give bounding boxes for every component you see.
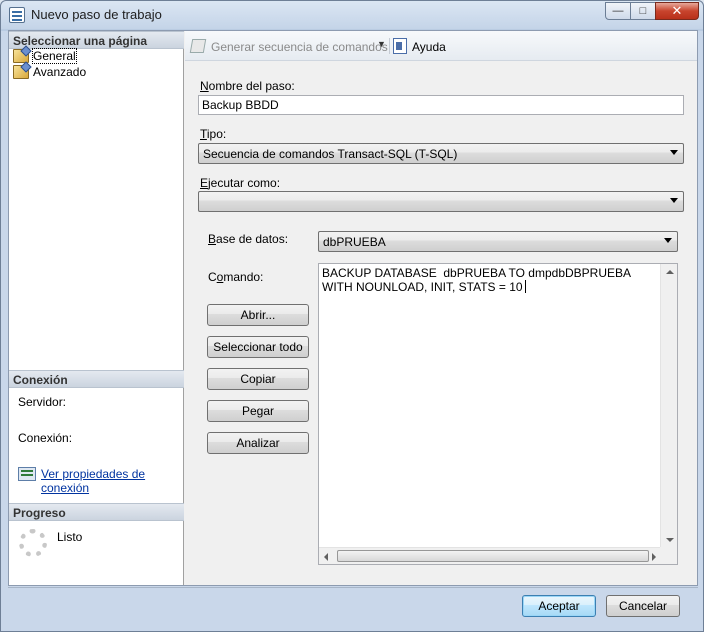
- horizontal-scrollbar[interactable]: [319, 547, 661, 564]
- page-item-label: Avanzado: [33, 65, 87, 79]
- vertical-scrollbar[interactable]: [660, 264, 677, 548]
- step-name-label-rest: ombre del paso:: [208, 79, 295, 93]
- scroll-left-icon[interactable]: [324, 553, 328, 561]
- database-select[interactable]: dbPRUEBA: [318, 231, 678, 252]
- command-text: BACKUP DATABASE dbPRUEBA TO dmpdbDBPRUEB…: [322, 266, 631, 294]
- type-label: Tipo:: [200, 127, 227, 141]
- open-button[interactable]: Abrir...: [207, 304, 309, 326]
- page-icon: [13, 65, 29, 79]
- run-as-label-rest: jecutar como:: [208, 176, 281, 190]
- database-select-value: dbPRUEBA: [323, 235, 386, 249]
- command-text-content: BACKUP DATABASE dbPRUEBA TO dmpdbDBPRUEB…: [322, 266, 632, 294]
- run-as-select[interactable]: [198, 191, 684, 212]
- title-bar: Nuevo paso de trabajo — □ ✕: [1, 1, 703, 29]
- command-label-rest: mando:: [223, 270, 264, 284]
- link-text-line2: conexión: [41, 481, 90, 495]
- left-pane: Seleccionar una página General Avanzado …: [9, 31, 184, 585]
- page-item-label: General: [32, 48, 77, 64]
- database-label: Base de datos:: [208, 232, 289, 246]
- script-icon: [189, 39, 207, 53]
- help-button[interactable]: Ayuda: [412, 40, 446, 54]
- ok-button[interactable]: Aceptar: [522, 595, 596, 617]
- page-item-advanced[interactable]: Avanzado: [13, 64, 86, 80]
- close-icon: ✕: [671, 3, 683, 18]
- scroll-down-icon[interactable]: [666, 538, 674, 542]
- progress-spinner-icon: [19, 529, 47, 557]
- server-label: Servidor:: [18, 395, 67, 409]
- scroll-up-icon[interactable]: [666, 270, 674, 274]
- scroll-right-icon[interactable]: [652, 553, 656, 561]
- footer-divider: [8, 587, 698, 588]
- type-label-rest: ipo:: [206, 127, 227, 141]
- connection-label: Conexión:: [18, 431, 73, 445]
- database-label-rest: ase de datos:: [216, 232, 289, 246]
- text-caret: [524, 280, 526, 293]
- connection-header: Conexión: [9, 370, 184, 388]
- chevron-down-icon: [670, 150, 678, 155]
- copy-button[interactable]: Copiar: [207, 368, 309, 390]
- parse-button[interactable]: Analizar: [207, 432, 309, 454]
- toolbar-separator: [389, 38, 390, 54]
- maximize-button[interactable]: □: [630, 2, 656, 20]
- run-as-label: Ejecutar como:: [200, 176, 281, 190]
- maximize-icon: □: [639, 5, 647, 17]
- help-icon: [393, 38, 407, 54]
- command-label: Comando:: [208, 270, 264, 284]
- scroll-thumb[interactable]: [337, 550, 649, 562]
- view-connection-properties-link[interactable]: Ver propiedades de conexión: [41, 467, 161, 495]
- command-textarea[interactable]: BACKUP DATABASE dbPRUEBA TO dmpdbDBPRUEB…: [318, 263, 678, 565]
- page-icon: [13, 49, 29, 63]
- progress-header: Progreso: [9, 503, 184, 521]
- page-item-general[interactable]: General: [13, 48, 77, 64]
- command-label-first: C: [208, 270, 217, 284]
- paste-button[interactable]: Pegar: [207, 400, 309, 422]
- step-name-label: Nombre del paso:: [200, 79, 295, 93]
- dialog-window: Nuevo paso de trabajo — □ ✕ Seleccionar …: [0, 0, 704, 632]
- close-button[interactable]: ✕: [655, 2, 699, 20]
- select-all-button[interactable]: Seleccionar todo: [207, 336, 309, 358]
- type-select-value: Secuencia de comandos Transact-SQL (T-SQ…: [203, 147, 458, 161]
- link-text-line1: Ver propiedades de: [41, 467, 146, 481]
- job-step-icon: [9, 7, 25, 23]
- toolbar: Generar secuencia de comandos ▼ Ayuda: [185, 31, 697, 61]
- minimize-button[interactable]: —: [605, 2, 631, 20]
- minimize-icon: —: [612, 5, 624, 17]
- dialog-client-area: Seleccionar una página General Avanzado …: [8, 30, 698, 586]
- cancel-button[interactable]: Cancelar: [606, 595, 680, 617]
- chevron-down-icon: [670, 198, 678, 203]
- select-page-header: Seleccionar una página: [9, 31, 184, 49]
- window-title: Nuevo paso de trabajo: [31, 7, 162, 22]
- progress-status: Listo: [57, 530, 83, 544]
- chevron-down-icon: [664, 238, 672, 243]
- type-select[interactable]: Secuencia de comandos Transact-SQL (T-SQ…: [198, 143, 684, 164]
- generate-script-button[interactable]: Generar secuencia de comandos: [211, 40, 388, 54]
- step-name-input[interactable]: Backup BBDD: [198, 95, 684, 115]
- script-dropdown-icon[interactable]: ▼: [377, 39, 386, 49]
- connection-properties-icon: [18, 467, 36, 481]
- scrollbar-corner: [660, 547, 677, 564]
